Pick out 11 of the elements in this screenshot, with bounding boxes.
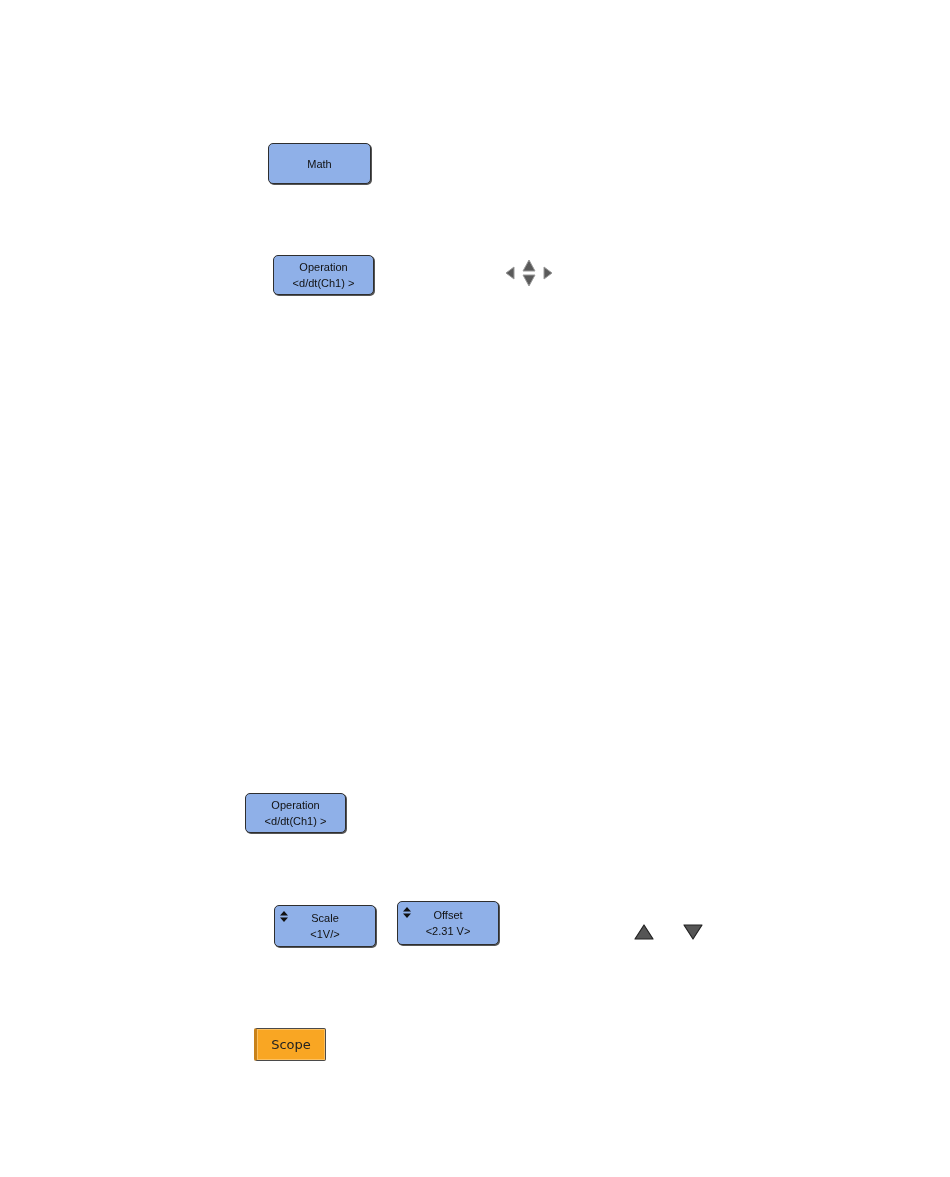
softkey-button[interactable]: Scale <1V/>: [274, 905, 376, 947]
up-down-icon: [403, 907, 411, 918]
softkey-button[interactable]: Offset <2.31 V>: [397, 901, 499, 945]
down-arrow-icon: [683, 924, 703, 940]
softkey-button[interactable]: Operation <d/dt(Ch1) >: [273, 255, 374, 295]
up-down-icon: [280, 911, 288, 922]
math-button[interactable]: Math: [268, 143, 371, 184]
scope-button[interactable]: Scope: [254, 1028, 326, 1061]
softkey-button[interactable]: Operation <d/dt(Ch1) >: [245, 793, 346, 833]
navigation-arrows-icon: [505, 259, 553, 287]
up-arrow-icon: [634, 924, 654, 940]
